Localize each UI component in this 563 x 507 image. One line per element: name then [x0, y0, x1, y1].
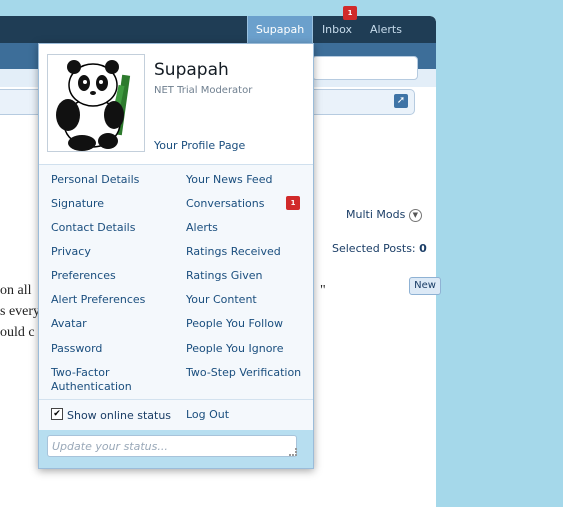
show-online-status-label: Show online status — [67, 409, 172, 422]
link-alerts[interactable]: Alerts — [186, 221, 218, 234]
selected-posts-label: Selected Posts: — [332, 242, 416, 255]
link-two-factor-authentication[interactable]: Two-Factor Authentication — [51, 366, 141, 394]
popup-username[interactable]: Supapah — [154, 60, 229, 80]
link-personal-details[interactable]: Personal Details — [51, 173, 139, 186]
popup-divider — [39, 399, 313, 400]
status-update-area: Update your status... — [39, 430, 313, 468]
jump-icon[interactable]: ➚ — [394, 94, 408, 108]
show-online-status-checkbox[interactable]: ✔ — [51, 408, 63, 420]
link-avatar[interactable]: Avatar — [51, 317, 87, 330]
link-your-news-feed[interactable]: Your News Feed — [186, 173, 272, 186]
selected-posts[interactable]: Selected Posts: 0 — [332, 242, 427, 255]
link-contact-details[interactable]: Contact Details — [51, 221, 135, 234]
your-profile-page-link[interactable]: Your Profile Page — [154, 139, 245, 152]
resize-grip-icon[interactable] — [289, 448, 297, 456]
link-alert-preferences[interactable]: Alert Preferences — [51, 293, 145, 306]
link-ratings-received[interactable]: Ratings Received — [186, 245, 281, 258]
tab-inbox[interactable]: Inbox — [315, 16, 359, 43]
search-input[interactable] — [312, 56, 418, 80]
link-people-you-follow[interactable]: People You Follow — [186, 317, 283, 330]
link-privacy[interactable]: Privacy — [51, 245, 91, 258]
account-header: Supapah NET Trial Moderator Your Profile… — [39, 44, 313, 165]
conversations-count-badge: 1 — [286, 196, 300, 210]
status-input[interactable]: Update your status... — [47, 435, 297, 457]
post-text-line-1-end: " — [320, 283, 326, 298]
avatar[interactable] — [47, 54, 145, 152]
inbox-count-badge: 1 — [343, 6, 357, 20]
link-your-content[interactable]: Your Content — [186, 293, 257, 306]
new-button[interactable]: New — [409, 277, 441, 295]
link-signature[interactable]: Signature — [51, 197, 104, 210]
multi-mods-menu[interactable]: Multi Mods ▼ — [346, 208, 422, 222]
post-text-line-1: on all — [0, 283, 32, 298]
link-conversations[interactable]: Conversations — [186, 197, 264, 210]
link-password[interactable]: Password — [51, 342, 102, 355]
link-people-you-ignore[interactable]: People You Ignore — [186, 342, 283, 355]
tab-alerts[interactable]: Alerts — [364, 16, 408, 43]
post-text-line-2: s every — [0, 304, 41, 319]
link-ratings-given[interactable]: Ratings Given — [186, 269, 263, 282]
account-menu-popup: Supapah NET Trial Moderator Your Profile… — [38, 43, 314, 469]
link-two-step-verification[interactable]: Two-Step Verification — [186, 366, 301, 379]
popup-user-title: NET Trial Moderator — [154, 85, 253, 96]
top-navbar: Supapah Inbox Alerts — [0, 16, 436, 43]
chevron-down-icon: ▼ — [408, 208, 422, 222]
tab-user[interactable]: Supapah — [247, 16, 313, 43]
logout-link[interactable]: Log Out — [186, 408, 229, 421]
post-text-line-3: ould c — [0, 325, 35, 340]
selected-posts-count: 0 — [419, 242, 427, 255]
panda-avatar-icon — [56, 60, 131, 151]
link-preferences[interactable]: Preferences — [51, 269, 116, 282]
multi-mods-label: Multi Mods — [346, 208, 406, 221]
